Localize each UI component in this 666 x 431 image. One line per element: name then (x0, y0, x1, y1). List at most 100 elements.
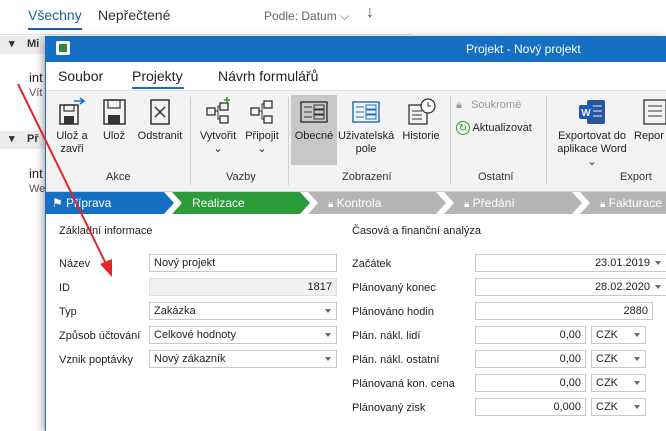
sort-label: Podle: Datum (264, 9, 337, 23)
list-group-header[interactable]: ▾ Mi (0, 36, 45, 54)
planned-profit-input[interactable]: 0,000 (475, 398, 586, 416)
field-label: Plán. nákl. lidí (352, 330, 421, 342)
lock-icon: 🔒︎ (464, 199, 470, 210)
currency-select[interactable]: CZK (591, 350, 646, 368)
history-icon (406, 97, 436, 127)
stage-priprava[interactable]: ⚑ Příprava (46, 192, 174, 214)
chevron-down-icon: ⌵ (340, 9, 350, 23)
inquiry-origin-select[interactable]: Nový zákazník (149, 350, 337, 368)
view-general-button[interactable]: Obecné (291, 97, 337, 143)
view-history-button[interactable]: Historie (396, 97, 446, 143)
project-window: Projekt - Nový projekt Soubor Projekty N… (45, 36, 666, 431)
field-label: Způsob účtování (59, 330, 141, 342)
sort-direction-icon[interactable]: ↓ (366, 4, 374, 22)
section-basic-info: Základní informace (59, 225, 153, 237)
field-label: Plánováno hodin (352, 306, 434, 318)
chevron-down-icon: ⌄ (587, 156, 597, 168)
field-label: Plánovaný zisk (352, 402, 426, 414)
save-close-icon (57, 97, 87, 127)
stage-kontrola[interactable]: 🔒︎ Kontrola (308, 192, 446, 214)
ribbon-separator (450, 97, 451, 185)
lock-icon: 🔒︎ (328, 199, 334, 210)
type-select[interactable]: Zakázka (149, 302, 337, 320)
group-export-label: Export (620, 171, 652, 183)
ribbon-separator (546, 97, 547, 185)
save-button[interactable]: Ulož (94, 97, 134, 143)
ribbon-separator (190, 97, 191, 185)
chevron-down-icon: ⌄ (257, 143, 267, 155)
export-word-button[interactable]: W Exportovat do aplikace Word ⌄ (552, 97, 632, 169)
field-label: Název (59, 258, 91, 270)
background-list-header: Všechny Nepřečtené Podle: Datum ⌵ ↓ (0, 0, 412, 35)
field-label: Začátek (352, 258, 392, 270)
chevron-down-icon: ⌄ (213, 143, 223, 155)
currency-select[interactable]: CZK (591, 326, 646, 344)
create-button[interactable]: Vytvořit ⌄ (196, 97, 240, 156)
delete-icon (145, 97, 175, 127)
custom-fields-icon (351, 97, 381, 127)
planned-final-price-input[interactable]: 0,00 (475, 374, 586, 392)
report-button[interactable]: Repor (634, 97, 666, 143)
currency-select[interactable]: CZK (591, 374, 646, 392)
ribbon-separator (288, 97, 289, 185)
menu-soubor[interactable]: Soubor (58, 68, 103, 84)
planned-hours-input[interactable]: 2880 (475, 302, 653, 320)
field-label: Plánovaný konec (352, 282, 436, 294)
stage-fakturace[interactable]: 🔒︎ Fakturace (580, 192, 666, 214)
sort-dropdown[interactable]: Podle: Datum ⌵ (264, 9, 349, 24)
billing-method-select[interactable]: Celkové hodnoty (149, 326, 337, 344)
group-akce-label: Akce (106, 171, 131, 183)
list-item[interactable]: int We (0, 166, 45, 206)
start-date-picker[interactable]: 23.01.2019 (475, 254, 666, 272)
report-icon (640, 97, 666, 127)
menu-projekty[interactable]: Projekty (132, 68, 183, 84)
group-ostatni-label: Ostatní (478, 171, 514, 183)
stage-bar: ⚑ Příprava Realizace 🔒︎ Kontrola 🔒︎ Před… (46, 192, 666, 214)
list-item[interactable]: int Vít (0, 70, 45, 122)
private-toggle[interactable]: 🔒︎ Soukromé (456, 99, 521, 112)
save-icon (99, 97, 129, 127)
svg-text:W: W (581, 108, 591, 119)
flag-icon: ⚑ (52, 196, 63, 210)
name-input[interactable]: Nový projekt (149, 254, 337, 272)
field-label: Plán. nákl. ostatní (352, 354, 440, 366)
chevron-down-icon: ▾ (9, 133, 15, 145)
currency-select[interactable]: CZK (591, 398, 646, 416)
menu-bar: Soubor Projekty Návrh formulářů (46, 62, 666, 90)
tab-all-underline (28, 28, 82, 30)
form-view-icon (299, 97, 329, 127)
word-icon: W (577, 97, 607, 127)
ribbon: Ulož a zavři Ulož Odstranit Akce Vytvoři… (46, 90, 666, 192)
stage-predani[interactable]: 🔒︎ Předání (444, 192, 582, 214)
planned-end-date-picker[interactable]: 28.02.2020 (475, 278, 666, 296)
field-label: Plánovaná kon. cena (352, 378, 455, 390)
field-label: Vznik poptávky (59, 354, 133, 366)
group-zobrazeni-label: Zobrazení (342, 171, 392, 183)
section-time-finance: Časová a finanční analýza (352, 225, 482, 237)
menu-navrh-formularu[interactable]: Návrh formulářů (218, 68, 318, 84)
list-group-header[interactable]: ▾ Př (0, 131, 45, 149)
field-label: Typ (59, 306, 77, 318)
planned-labor-cost-input[interactable]: 0,00 (475, 326, 586, 344)
tab-unread[interactable]: Nepřečtené (98, 7, 170, 23)
create-link-icon (203, 97, 233, 127)
view-custom-fields-button[interactable]: Uživatelská pole (338, 97, 394, 156)
attach-button[interactable]: Připojit ⌄ (240, 97, 284, 156)
title-bar[interactable]: Projekt - Nový projekt (46, 36, 666, 62)
lock-icon: 🔒︎ (600, 199, 606, 210)
id-field: 1817 (149, 278, 337, 296)
active-menu-underline (132, 87, 184, 89)
chevron-down-icon: ▾ (9, 38, 15, 50)
lock-icon: 🔒︎ (456, 99, 462, 111)
stage-realizace[interactable]: Realizace (172, 192, 310, 214)
save-close-button[interactable]: Ulož a zavři (50, 97, 94, 156)
delete-button[interactable]: Odstranit (134, 97, 186, 143)
window-title: Projekt - Nový projekt (466, 42, 581, 56)
field-label: ID (59, 282, 70, 294)
refresh-icon: ↻ (456, 121, 470, 135)
tab-all[interactable]: Všechny (28, 7, 82, 23)
refresh-button[interactable]: ↻ Aktualizovat (456, 121, 532, 135)
planned-other-cost-input[interactable]: 0,00 (475, 350, 586, 368)
app-icon (56, 41, 70, 55)
group-vazby-label: Vazby (226, 171, 256, 183)
